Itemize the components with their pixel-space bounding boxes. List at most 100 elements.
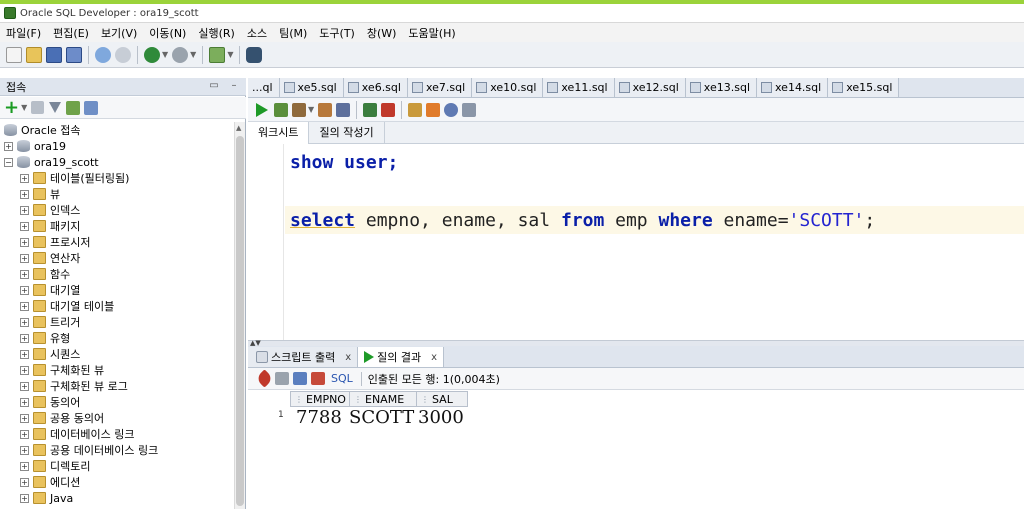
tab-xe6-sql[interactable]: xe6.sql	[343, 78, 408, 97]
tab-xe11-sql[interactable]: xe11.sql	[543, 78, 615, 97]
tree-node-queue-tables[interactable]: + 대기열 테이블	[20, 298, 114, 314]
tree-node-materialized-view-logs[interactable]: + 구체화된 뷰 로그	[20, 378, 128, 394]
expand-icon[interactable]: +	[20, 365, 29, 375]
column-header-sal[interactable]: ⋮ SAL	[416, 391, 468, 407]
run-statement-icon[interactable]	[256, 102, 268, 117]
sql-link[interactable]: SQL	[331, 372, 353, 385]
expand-icon[interactable]: +	[20, 333, 29, 343]
chevron-down-icon[interactable]: ▼	[21, 103, 27, 112]
expand-icon[interactable]: +	[20, 173, 29, 183]
open-folder-icon[interactable]	[26, 46, 42, 63]
expand-icon[interactable]: +	[20, 285, 29, 295]
filter-icon[interactable]	[49, 102, 62, 113]
expand-icon[interactable]: +	[20, 189, 29, 199]
tab-xe7-sql[interactable]: xe7.sql	[407, 78, 473, 97]
tree-node-public-database-links[interactable]: + 공용 데이터베이스 링크	[20, 442, 158, 458]
restore-icon[interactable]: ▭	[208, 80, 220, 92]
tab-xe5-sql[interactable]: xe5.sql	[279, 78, 344, 97]
refresh-icon[interactable]	[293, 372, 307, 385]
expand-icon[interactable]: +	[20, 301, 29, 311]
autotrace-icon[interactable]	[292, 102, 306, 117]
menu-file[interactable]: 파일(F)	[0, 25, 47, 41]
tree-node-ora19[interactable]: + ora19	[4, 138, 66, 154]
column-header-ename[interactable]: ⋮ ENAME	[349, 391, 417, 407]
explain-plan-icon[interactable]	[318, 102, 333, 117]
menu-help[interactable]: 도움말(H)	[402, 25, 461, 41]
tree-node-directories[interactable]: + 디렉토리	[20, 458, 90, 474]
tree-node-indexes[interactable]: + 인덱스	[20, 202, 80, 218]
close-icon[interactable]: x	[431, 352, 437, 363]
commit-icon[interactable]	[363, 102, 378, 117]
tab-overflow[interactable]: ...ql	[248, 78, 280, 97]
tree-node-procedures[interactable]: + 프로시저	[20, 234, 90, 250]
tab-xe14-sql[interactable]: xe14.sql	[757, 78, 829, 97]
tree-node-functions[interactable]: + 함수	[20, 266, 70, 282]
cell-ename[interactable]: SCOTT	[349, 407, 414, 428]
history-icon[interactable]	[444, 102, 459, 117]
menu-edit[interactable]: 편집(E)	[47, 25, 95, 41]
sql-worksheet-icon[interactable]	[209, 46, 226, 63]
expand-icon[interactable]: +	[20, 205, 29, 215]
undo-icon[interactable]	[95, 46, 111, 63]
expand-icon[interactable]: +	[20, 461, 29, 471]
save-all-icon[interactable]	[66, 46, 82, 63]
sql-editor[interactable]: show user; select empno, ename, sal from…	[248, 144, 1024, 340]
cell-empno[interactable]: 7788	[296, 407, 342, 428]
menu-window[interactable]: 창(W)	[361, 25, 403, 41]
chevron-down-icon[interactable]: ▼	[162, 50, 168, 59]
tree-scrollbar[interactable]: ▲	[234, 122, 245, 509]
add-connection-icon[interactable]: +	[4, 98, 19, 116]
tree-node-synonyms[interactable]: + 동의어	[20, 394, 80, 410]
collapse-icon[interactable]: −	[4, 157, 13, 167]
chevron-down-icon[interactable]: ▼	[308, 105, 314, 114]
tab-xe10-sql[interactable]: xe10.sql	[472, 78, 544, 97]
tree-node-operators[interactable]: + 연산자	[20, 250, 80, 266]
tree-node-views[interactable]: + 뷰	[20, 186, 60, 202]
unshared-sql-icon[interactable]	[408, 102, 423, 117]
menu-team[interactable]: 팀(M)	[273, 25, 313, 41]
tree-node-sequences[interactable]: + 시퀀스	[20, 346, 80, 362]
expand-icon[interactable]: +	[20, 493, 29, 503]
save-icon[interactable]	[46, 46, 62, 63]
expand-icon[interactable]: +	[20, 445, 29, 455]
cell-sal[interactable]: 3000	[418, 407, 464, 428]
tab-script-output[interactable]: 스크립트 출력 x	[248, 347, 359, 367]
scrollbar-thumb[interactable]	[236, 136, 244, 506]
cancel-query-icon[interactable]	[311, 372, 325, 385]
tree-node-queues[interactable]: + 대기열	[20, 282, 80, 298]
tree-node-java[interactable]: + Java	[20, 490, 73, 506]
expand-icon[interactable]: +	[20, 317, 29, 327]
menu-source[interactable]: 소스	[241, 25, 273, 41]
expand-icon[interactable]: +	[20, 349, 29, 359]
menu-navigate[interactable]: 이동(N)	[143, 25, 192, 41]
tab-xe15-sql[interactable]: xe15.sql	[828, 78, 900, 97]
back-icon[interactable]	[144, 46, 160, 63]
expand-icon[interactable]: +	[20, 397, 29, 407]
manage-columns-icon[interactable]	[84, 100, 99, 115]
redo-icon[interactable]	[115, 46, 131, 63]
tree-node-editions[interactable]: + 에디션	[20, 474, 80, 490]
chevron-down-icon[interactable]: ▼	[227, 50, 233, 59]
expand-icon[interactable]: +	[4, 141, 13, 151]
expand-icon[interactable]: +	[20, 269, 29, 279]
chevron-down-icon[interactable]: ▼	[190, 50, 196, 59]
new-file-icon[interactable]	[6, 46, 22, 63]
tree-node-triggers[interactable]: + 트리거	[20, 314, 80, 330]
tab-query-builder[interactable]: 질의 작성기	[309, 121, 385, 144]
rollback-icon[interactable]	[381, 102, 396, 117]
menu-tools[interactable]: 도구(T)	[313, 25, 361, 41]
schema-browser-icon[interactable]	[66, 100, 81, 115]
menu-view[interactable]: 보기(V)	[95, 25, 143, 41]
tree-node-database-links[interactable]: + 데이터베이스 링크	[20, 426, 134, 442]
expand-icon[interactable]: +	[20, 429, 29, 439]
tree-node-oracle-connections[interactable]: Oracle 접속	[4, 122, 81, 138]
expand-icon[interactable]: +	[20, 413, 29, 423]
expand-icon[interactable]: +	[20, 221, 29, 231]
forward-icon[interactable]	[172, 46, 189, 63]
tree-node-public-synonyms[interactable]: + 공용 동의어	[20, 410, 104, 426]
binoculars-icon[interactable]	[246, 46, 263, 63]
tab-query-result[interactable]: 질의 결과 x	[358, 347, 445, 367]
tree-node-types[interactable]: + 유형	[20, 330, 70, 346]
pin-icon[interactable]	[255, 369, 274, 388]
expand-icon[interactable]: +	[20, 381, 29, 391]
